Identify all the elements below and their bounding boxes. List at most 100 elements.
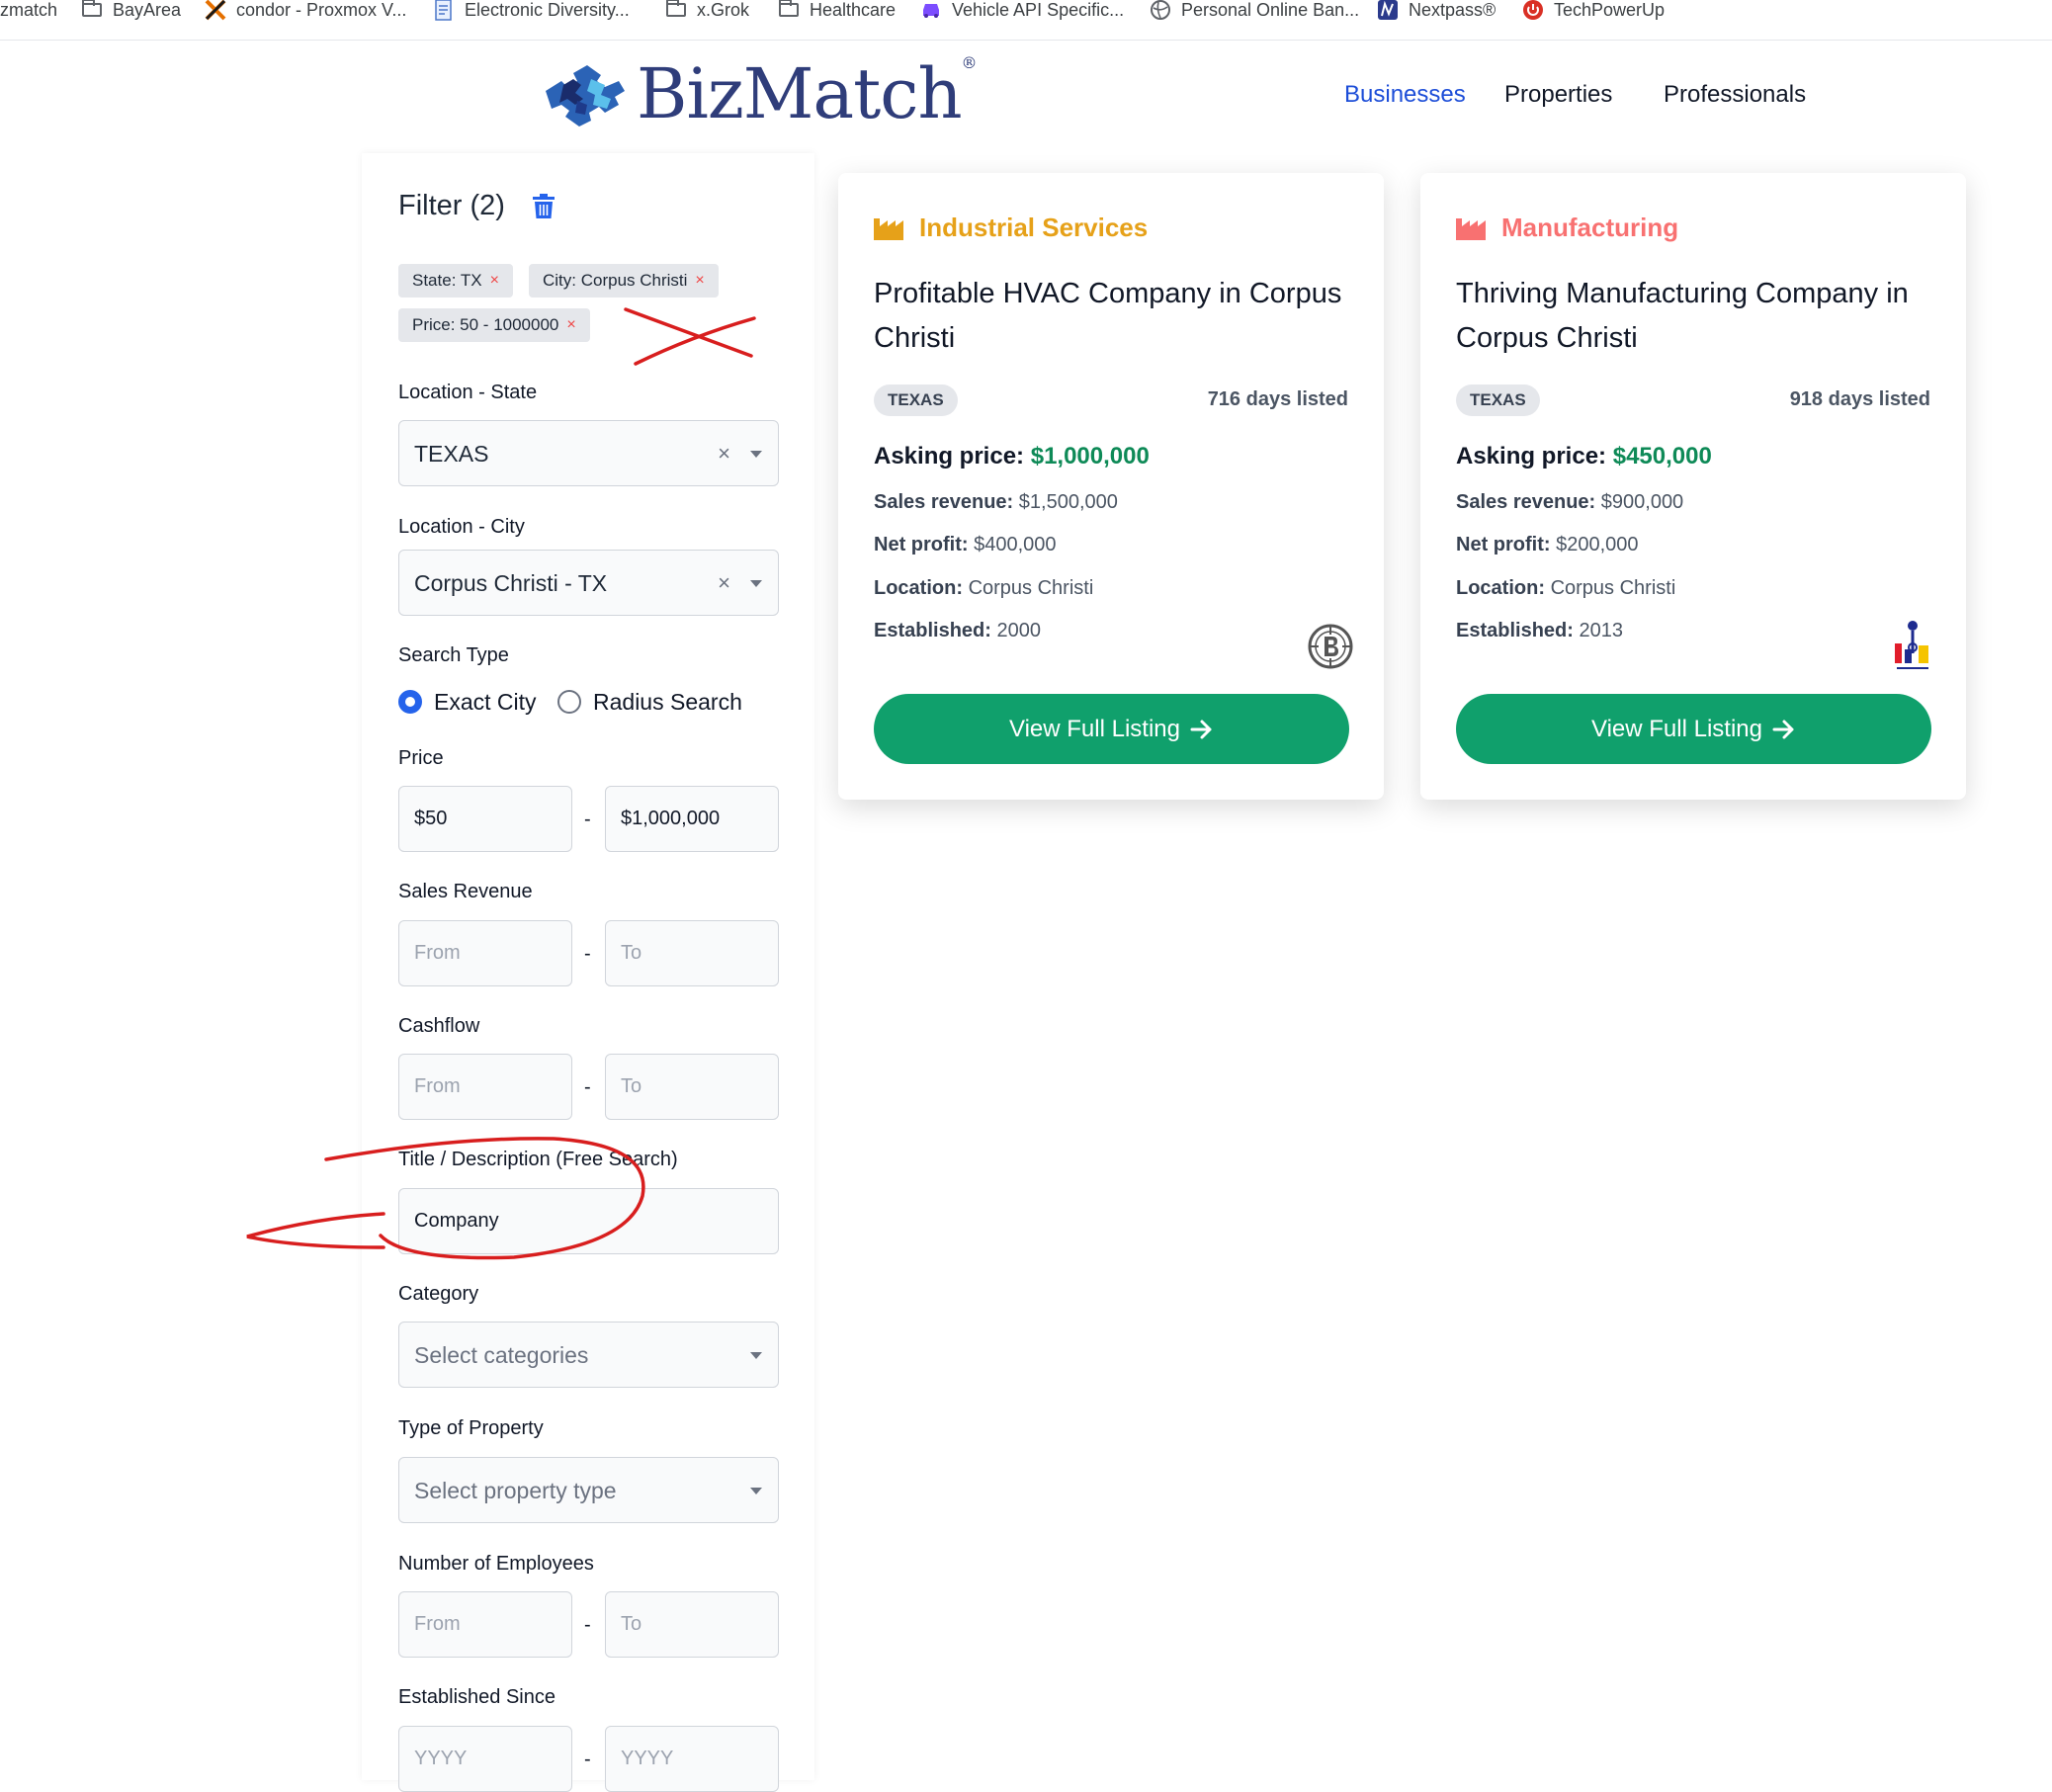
state-badge: TEXAS [1456,384,1540,416]
city-select[interactable]: Corpus Christi - TX × [398,550,779,616]
state-label: Location - State [398,382,538,403]
folder-icon [81,0,103,20]
globe-icon [1150,0,1171,20]
employees-label: Number of Employees [398,1553,594,1575]
power-icon [1522,0,1544,20]
employees-from-input[interactable]: From [398,1591,572,1658]
bookmark-nextpass[interactable]: Nextpass® [1377,0,1496,23]
established-to-input[interactable]: YYYY [605,1726,779,1792]
chip-price-remove[interactable]: × [566,316,575,334]
price-to-input[interactable]: $1,000,000 [605,786,779,852]
established: Established: 2013 [1456,620,1623,641]
radio-radius-search[interactable] [557,690,581,714]
nav-properties[interactable]: Properties [1504,81,1612,109]
listing-title: Profitable HVAC Company in Corpus Christ… [874,278,1342,354]
bizmatch-logo[interactable]: BizMatch® [542,53,978,134]
category-placeholder: Select categories [414,1342,589,1368]
broker-logo-icon [1308,624,1353,669]
sales-dash: - [584,943,591,965]
net-profit: Net profit: $200,000 [1456,534,1639,555]
free-search-label: Title / Description (Free Search) [398,1149,678,1170]
city-value: Corpus Christi - TX [414,570,608,596]
nav-businesses[interactable]: Businesses [1344,81,1466,109]
folder-icon [778,0,800,20]
radio-exact-city-label[interactable]: Exact City [434,689,537,716]
chevron-down-icon [750,1352,762,1359]
puzzle-logo-icon [546,65,625,127]
bookmark-xgrok[interactable]: x.Grok [665,0,749,23]
chip-city-remove[interactable]: × [695,272,704,290]
listing-category: Industrial Services [919,213,1149,242]
state-value: TEXAS [414,441,489,467]
state-badge: TEXAS [874,384,958,416]
days-listed: 716 days listed [1207,388,1348,410]
folder-icon [665,0,687,20]
bookmark-techpowerup[interactable]: TechPowerUp [1522,0,1665,23]
logo-text: BizMatch® [637,53,978,134]
bookmark-personal-banking[interactable]: Personal Online Ban... [1150,0,1359,23]
broker-logo-icon [1889,616,1936,675]
view-full-listing-button[interactable]: View Full Listing [1456,694,1931,764]
state-select[interactable]: TEXAS × [398,420,779,486]
arrow-right-icon [1772,720,1794,738]
net-profit: Net profit: $400,000 [874,534,1057,555]
proxmox-icon [205,0,226,21]
factory-icon [874,218,903,240]
bookmark-bayarea[interactable]: BayArea [81,0,181,23]
bookmark-zmatch[interactable]: zmatch [0,0,57,23]
established: Established: 2000 [874,620,1041,641]
bookmark-vehicle-api[interactable]: Vehicle API Specific... [920,0,1124,23]
factory-icon [1456,218,1486,240]
chevron-down-icon [750,580,762,587]
nextpass-icon [1377,0,1399,20]
sales-revenue: Sales revenue: $900,000 [1456,491,1684,513]
bookmark-electronic-diversity[interactable]: Electronic Diversity... [433,0,630,23]
bookmark-healthcare[interactable]: Healthcare [778,0,896,23]
bookmark-condor-proxmox[interactable]: condor - Proxmox V... [205,0,406,23]
cashflow-from-input[interactable]: From [398,1054,572,1120]
cashflow-label: Cashflow [398,1015,480,1037]
sales-revenue-label: Sales Revenue [398,881,533,902]
chip-city: City: Corpus Christi × [529,264,719,298]
price-dash: - [584,809,591,830]
category-select[interactable]: Select categories [398,1322,779,1388]
city-clear-icon[interactable]: × [718,570,730,596]
city-label: Location - City [398,516,525,538]
employees-dash: - [584,1614,591,1636]
listing-card: Manufacturing Thriving Manufacturing Com… [1420,173,1966,800]
chip-state-remove[interactable]: × [490,272,499,290]
sales-to-input[interactable]: To [605,920,779,986]
state-clear-icon[interactable]: × [718,441,730,467]
sales-from-input[interactable]: From [398,920,572,986]
listing-title: Thriving Manufacturing Company in Corpus… [1456,278,1909,354]
days-listed: 918 days listed [1789,388,1930,410]
established-dash: - [584,1749,591,1770]
chip-price: Price: 50 - 1000000 × [398,308,590,342]
location: Location: Corpus Christi [874,577,1094,599]
asking-price: Asking price: $450,000 [1456,443,1712,469]
price-label: Price [398,747,444,769]
price-from-input[interactable]: $50 [398,786,572,852]
property-type-placeholder: Select property type [414,1478,617,1503]
filter-title: Filter (2) [398,190,505,221]
trash-icon[interactable] [532,194,556,219]
radio-exact-city[interactable] [398,690,422,714]
view-full-listing-button[interactable]: View Full Listing [874,694,1349,764]
search-type-label: Search Type [398,644,509,666]
free-search-input[interactable]: Company [398,1188,779,1254]
listing-category: Manufacturing [1501,213,1679,242]
asking-price: Asking price: $1,000,000 [874,443,1150,469]
property-type-select[interactable]: Select property type [398,1457,779,1523]
car-icon [920,0,942,20]
established-from-input[interactable]: YYYY [398,1726,572,1792]
cashflow-dash: - [584,1076,591,1098]
chevron-down-icon [750,451,762,458]
listing-card: Industrial Services Profitable HVAC Comp… [838,173,1384,800]
bookmarks-bar: zmatch BayArea condor - Proxmox V... Ele… [0,0,2052,41]
chevron-down-icon [750,1488,762,1494]
nav-professionals[interactable]: Professionals [1664,81,1806,109]
cashflow-to-input[interactable]: To [605,1054,779,1120]
radio-radius-search-label[interactable]: Radius Search [593,689,742,716]
established-label: Established Since [398,1686,556,1708]
employees-to-input[interactable]: To [605,1591,779,1658]
